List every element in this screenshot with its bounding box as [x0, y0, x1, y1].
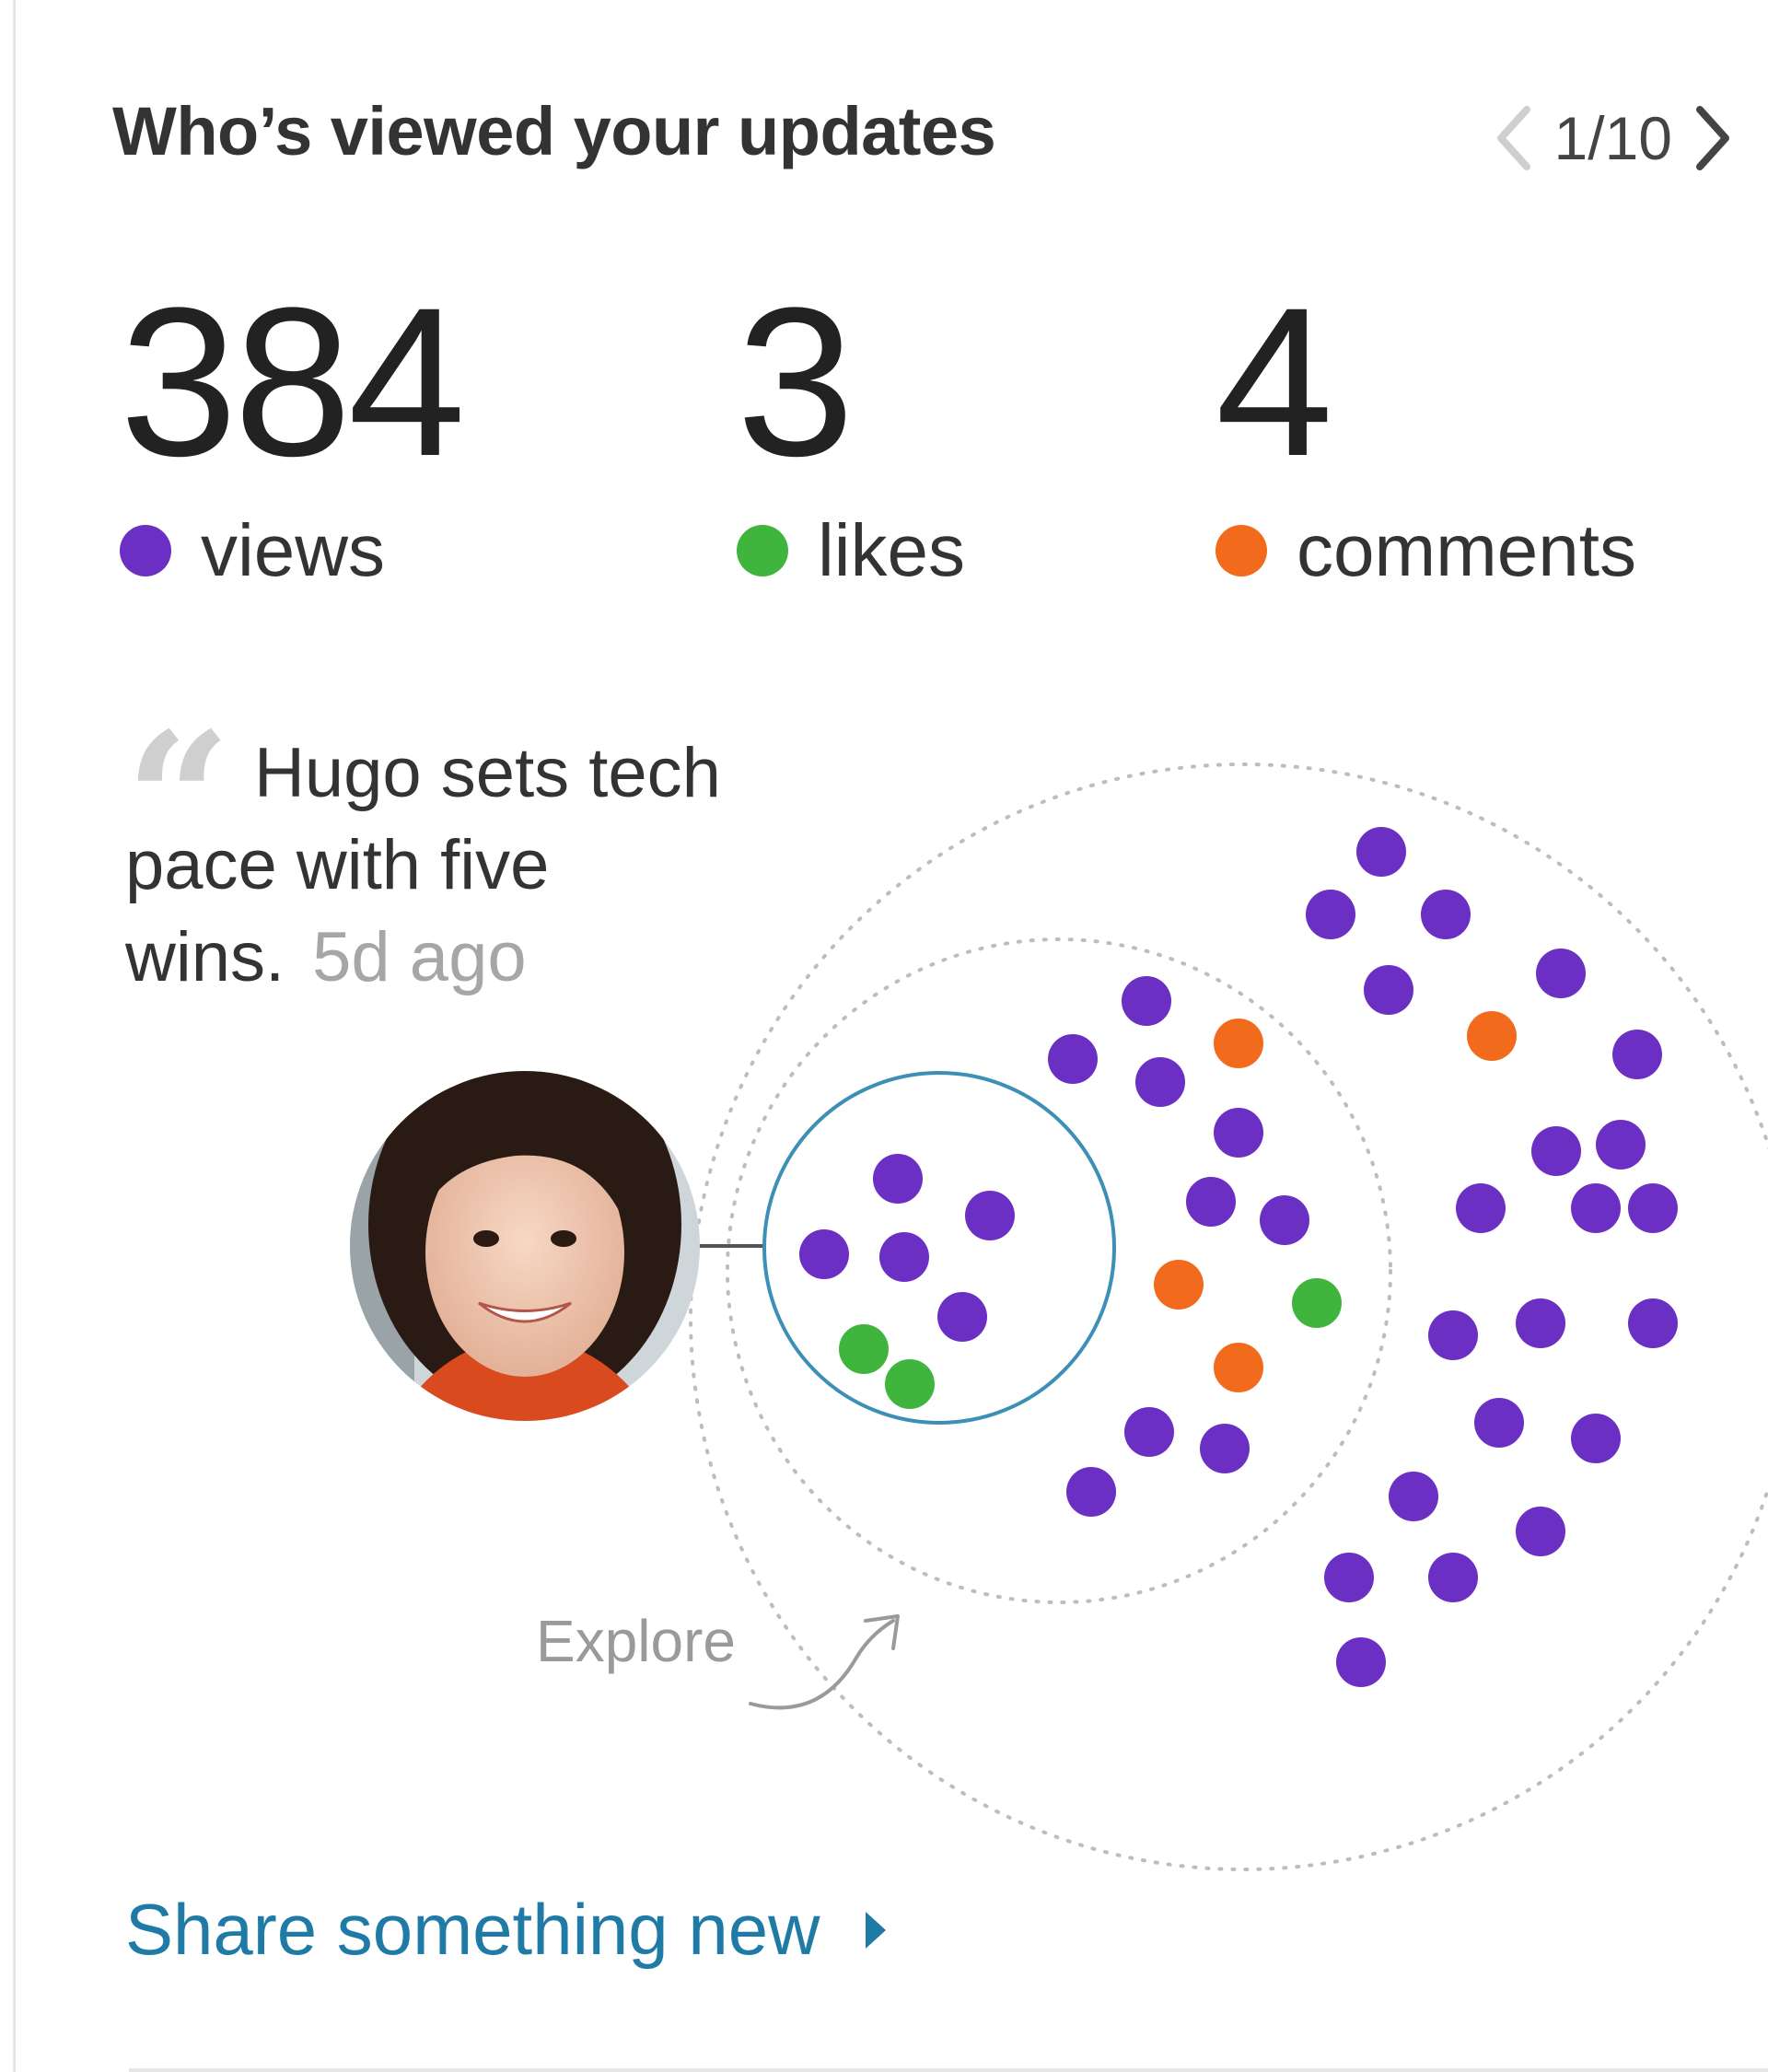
viewer-dot[interactable] — [1628, 1298, 1678, 1348]
comment-dot[interactable] — [1214, 1019, 1263, 1068]
viewer-dot[interactable] — [1456, 1183, 1506, 1233]
like-dot[interactable] — [1292, 1278, 1342, 1328]
viewer-dot[interactable] — [1356, 827, 1406, 877]
viewer-dot[interactable] — [879, 1232, 929, 1282]
viewer-dot[interactable] — [1428, 1553, 1478, 1602]
comment-dot[interactable] — [1467, 1011, 1517, 1061]
viewer-dot[interactable] — [873, 1154, 923, 1204]
viewer-dot[interactable] — [1200, 1424, 1250, 1473]
like-dot[interactable] — [885, 1359, 935, 1409]
explore-link[interactable]: Explore — [536, 1607, 736, 1675]
viewer-dot[interactable] — [1260, 1195, 1309, 1245]
viewer-dot[interactable] — [1596, 1120, 1646, 1170]
comment-dot[interactable] — [1154, 1260, 1204, 1310]
share-something-new-link[interactable]: Share something new — [125, 1888, 887, 1972]
viewer-dot[interactable] — [1336, 1637, 1386, 1687]
viewer-dot[interactable] — [965, 1191, 1015, 1240]
viewer-dot[interactable] — [1135, 1057, 1185, 1107]
viewer-dot[interactable] — [1571, 1183, 1621, 1233]
share-label: Share something new — [125, 1889, 820, 1970]
avatar[interactable] — [350, 1041, 700, 1437]
viewer-dot[interactable] — [1516, 1298, 1565, 1348]
viewer-dot[interactable] — [1536, 949, 1586, 998]
viewer-dot[interactable] — [1324, 1553, 1374, 1602]
comment-dot[interactable] — [1214, 1343, 1263, 1392]
updates-card: Who’s viewed your updates 1/10 384 views… — [0, 0, 1768, 2072]
viewer-dot[interactable] — [1124, 1407, 1174, 1457]
like-dot[interactable] — [839, 1324, 889, 1374]
viewer-dot[interactable] — [1364, 965, 1413, 1015]
explore-arrow-icon — [749, 1619, 895, 1710]
viewer-dot[interactable] — [1474, 1398, 1524, 1448]
viewer-dot[interactable] — [1214, 1108, 1263, 1158]
viewer-dot[interactable] — [1122, 976, 1171, 1026]
viewer-dot[interactable] — [1428, 1310, 1478, 1360]
viewer-dot[interactable] — [1306, 890, 1355, 939]
viewer-dot[interactable] — [937, 1292, 987, 1342]
viewer-dot[interactable] — [1612, 1030, 1662, 1079]
viewer-network — [350, 762, 1768, 1871]
viewer-dot[interactable] — [1389, 1472, 1438, 1521]
viewer-dot[interactable] — [1516, 1507, 1565, 1556]
viewer-dot[interactable] — [799, 1229, 849, 1279]
viewer-dot[interactable] — [1048, 1034, 1098, 1084]
viewer-dot[interactable] — [1531, 1126, 1581, 1176]
viewer-dot[interactable] — [1628, 1183, 1678, 1233]
caret-right-icon — [866, 1911, 887, 1949]
card-bottom-border — [129, 2068, 1768, 2072]
viewer-dot[interactable] — [1421, 890, 1471, 939]
viewer-dot[interactable] — [1571, 1414, 1621, 1463]
viewer-dot[interactable] — [1186, 1177, 1236, 1227]
viewer-dot[interactable] — [1066, 1467, 1116, 1517]
